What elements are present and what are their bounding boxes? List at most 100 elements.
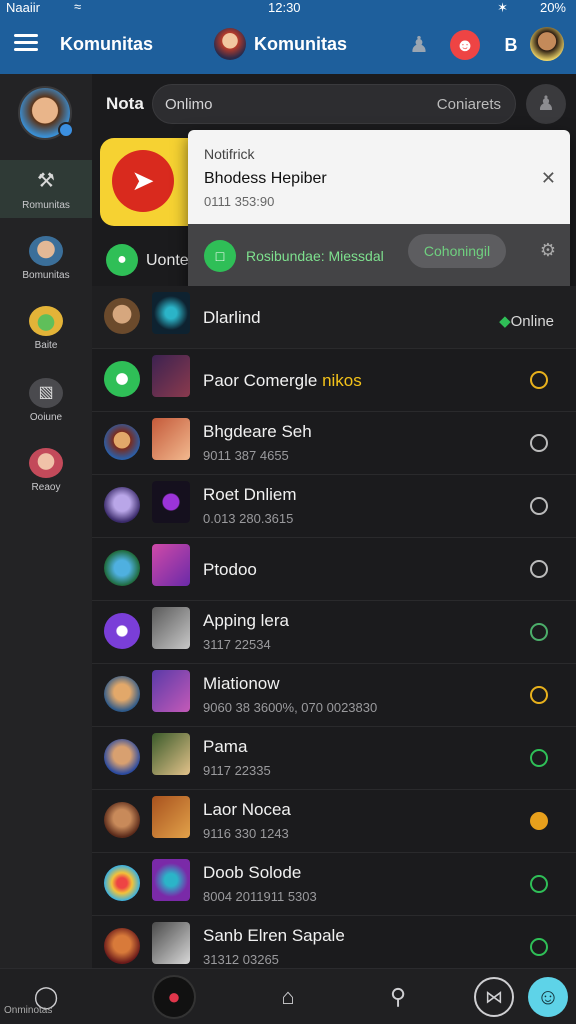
online-status: ◆Online	[499, 313, 554, 330]
status-indicator-icon[interactable]	[530, 812, 548, 830]
contact-name-text: Laor Nocea	[203, 800, 291, 819]
contact-name-highlight: nikos	[322, 371, 362, 390]
close-icon[interactable]: ✕	[541, 168, 556, 189]
cowboy-icon	[29, 306, 63, 336]
menu-icon[interactable]	[14, 34, 38, 52]
contact-game-icon	[152, 796, 190, 838]
green-circle-icon: ●	[106, 244, 138, 276]
contact-name-text: Paor Comergle	[203, 371, 318, 390]
wifi-icon: ≈	[74, 0, 82, 14]
online-status-label: Online	[510, 313, 554, 330]
sidebar-item-baite[interactable]: Baite	[0, 300, 92, 358]
contact-name: Bhgdeare Seh	[203, 422, 312, 442]
contact-game-icon	[152, 859, 190, 901]
home-icon[interactable]: ⌂	[268, 977, 308, 1017]
sidebar-item-label: Ooiune	[29, 412, 63, 423]
user-icon[interactable]: ♟	[404, 30, 434, 60]
contact-name-text: Sanb Elren Sapale	[203, 926, 345, 945]
contact-row[interactable]: Apping lera 3117 22534	[92, 601, 576, 664]
mascot-icon[interactable]: ☻	[450, 30, 480, 60]
gamepad-icon: ▧	[29, 378, 63, 408]
contact-name-text: Ptodoo	[203, 560, 257, 579]
search-input[interactable]: Onlimo Coniarets	[152, 84, 516, 124]
contact-row[interactable]: Laor Nocea 9116 330 1243	[92, 790, 576, 853]
notification-action-button[interactable]: Cohoningil	[408, 234, 506, 268]
account-icon[interactable]: ♟	[526, 84, 566, 124]
contact-row[interactable]: Doob Solode 8004 2011911 5303	[92, 853, 576, 916]
game-app-icon[interactable]: ●	[154, 977, 194, 1017]
gear-icon[interactable]: ⚙	[540, 240, 556, 261]
section-title: Nota	[106, 94, 144, 113]
contact-game-icon	[152, 544, 190, 586]
contact-game-icon	[152, 922, 190, 964]
contact-avatar	[104, 487, 140, 523]
contact-phone: 9116 330 1243	[203, 826, 289, 841]
b-logo-icon[interactable]: B	[496, 30, 526, 60]
contacts-filter[interactable]: Coniarets	[437, 96, 501, 113]
status-indicator-icon[interactable]	[530, 875, 548, 893]
contact-avatar	[104, 613, 140, 649]
status-indicator-icon[interactable]	[530, 623, 548, 641]
notification-actions: □ Rosibundae: Miessdal Cohoningil ⚙	[188, 224, 570, 294]
bottom-nav-label: Onminotas	[4, 1005, 53, 1016]
profile-icon[interactable]: ☺	[528, 977, 568, 1017]
contact-name: Ptodoo	[203, 560, 257, 580]
contact-phone: 0.013 280.3615	[203, 511, 294, 526]
play-icon: ➤	[112, 150, 174, 212]
notification-popup[interactable]: Notifrick Bhodess Hepiber 0111 353:90 ✕ …	[188, 130, 570, 294]
notification-body: Notifrick Bhodess Hepiber 0111 353:90 ✕	[188, 130, 570, 224]
contact-avatar	[104, 928, 140, 964]
contact-name: Roet Dnliem	[203, 485, 297, 505]
promo-banner[interactable]: ➤	[100, 138, 200, 226]
notification-kicker: Notifrick	[204, 146, 255, 162]
status-indicator-icon[interactable]	[530, 371, 548, 389]
chat-icon: □	[204, 240, 236, 272]
contact-phone: 9117 22335	[203, 763, 271, 778]
carrier-text: Naaiir	[6, 0, 40, 15]
contact-row[interactable]: Paor Comergle nikos	[92, 349, 576, 412]
section-label: Uonte	[146, 252, 189, 269]
contact-row[interactable]: Roet Dnliem 0.013 280.3615	[92, 475, 576, 538]
clock: 12:30	[268, 0, 301, 15]
wrench-icon: ⚒	[37, 170, 55, 192]
status-indicator-icon[interactable]	[530, 560, 548, 578]
contact-avatar	[104, 424, 140, 460]
status-bar: Naaiir ≈ 12:30 ✶ 20%	[0, 0, 576, 18]
bluetooth-icon: ✶	[497, 0, 508, 15]
contact-avatar	[104, 802, 140, 838]
sidebar-item-ooiune[interactable]: ▧ Ooiune	[0, 372, 92, 430]
contact-name: Pama	[203, 737, 247, 757]
badge-icon[interactable]: ⋈	[474, 977, 514, 1017]
sidebar-item-reaoy[interactable]: Reaoy	[0, 442, 92, 500]
profile-avatar[interactable]	[530, 27, 564, 61]
contact-row[interactable]: Pama 9117 22335	[92, 727, 576, 790]
search-icon[interactable]: ⚲	[378, 977, 418, 1017]
sidebar: ⚒ Romunitas Bomunitas Baite ▧ Ooiune Rea…	[0, 74, 92, 968]
contact-game-icon	[152, 607, 190, 649]
contact-row[interactable]: Miationow 9060 38 3600%, 070 0023830	[92, 664, 576, 727]
contact-name: Doob Solode	[203, 863, 301, 883]
list-header-row[interactable]: Dlarlind ◆Online	[92, 286, 576, 349]
sidebar-item-romunitas[interactable]: ⚒ Romunitas	[0, 160, 92, 218]
contact-row[interactable]: Bhgdeare Seh 9011 387 4655	[92, 412, 576, 475]
sidebar-item-label: Bomunitas	[22, 270, 70, 281]
contact-phone: 3117 22534	[203, 637, 271, 652]
status-indicator-icon[interactable]	[530, 749, 548, 767]
contact-name: Sanb Elren Sapale	[203, 926, 345, 946]
contact-avatar	[104, 739, 140, 775]
status-indicator-icon[interactable]	[530, 434, 548, 452]
contact-name: Dlarlind	[203, 308, 261, 327]
contact-name-text: Roet Dnliem	[203, 485, 297, 504]
status-indicator-icon[interactable]	[530, 686, 548, 704]
status-indicator-icon[interactable]	[530, 497, 548, 515]
sidebar-item-bomunitas[interactable]: Bomunitas	[0, 230, 92, 288]
contact-name-text: Miationow	[203, 674, 280, 693]
contact-name-text: Apping lera	[203, 611, 290, 630]
status-indicator-icon[interactable]	[530, 938, 548, 956]
contact-row[interactable]: Ptodoo	[92, 538, 576, 601]
contact-phone: 8004 2011911 5303	[203, 889, 317, 904]
contact-game-icon	[152, 670, 190, 712]
contact-game-icon	[152, 733, 190, 775]
contact-name: Miationow	[203, 674, 280, 694]
contact-avatar	[104, 676, 140, 712]
